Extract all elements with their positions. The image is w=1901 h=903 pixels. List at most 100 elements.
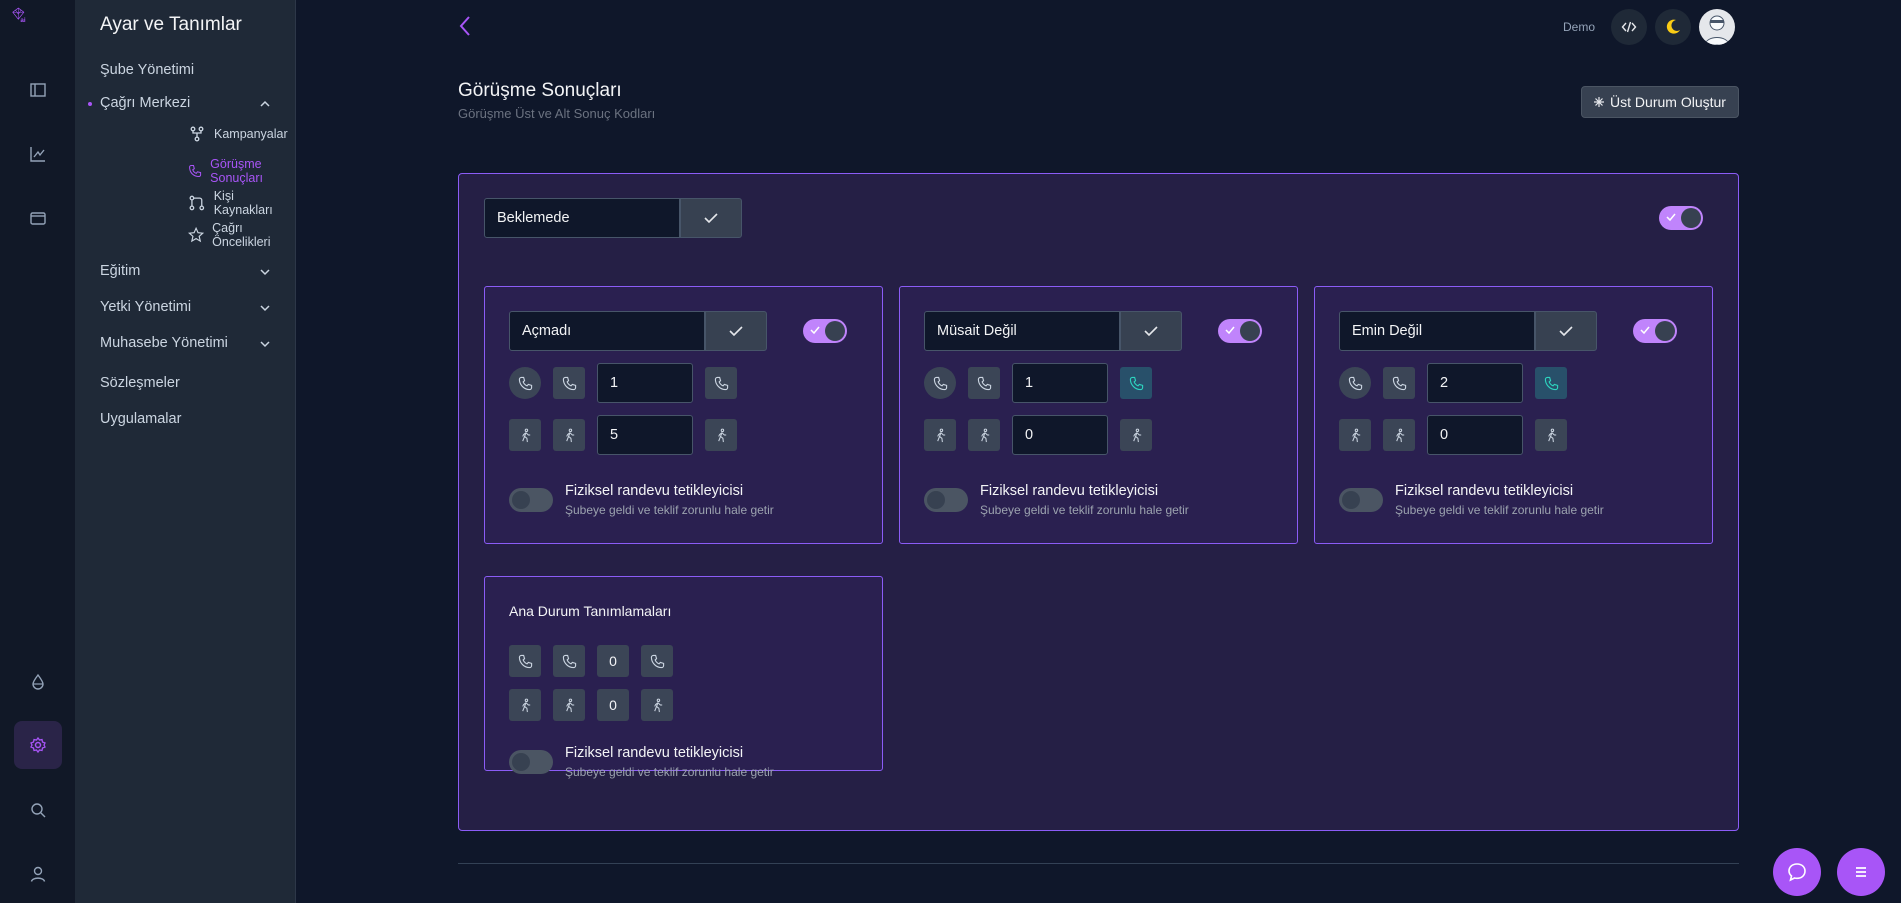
call-count-value: 0 bbox=[597, 645, 629, 677]
call-count-input[interactable]: 1 bbox=[597, 363, 693, 403]
sidebar-item-cagri-merkezi[interactable]: Çağrı Merkezi bbox=[88, 95, 272, 111]
walk-icon[interactable] bbox=[924, 419, 956, 451]
menu-icon bbox=[1856, 867, 1866, 877]
walk-icon[interactable] bbox=[641, 689, 673, 721]
parent-status-panel: Beklemede Açmadı 1 5 Fiziksel randevu te… bbox=[458, 173, 1739, 831]
physical-trigger-toggle[interactable] bbox=[924, 488, 968, 512]
physical-trigger-toggle[interactable] bbox=[509, 488, 553, 512]
chevron-down-icon bbox=[260, 269, 270, 276]
code-toggle-button[interactable] bbox=[1611, 9, 1647, 45]
sidebar-item-yetki-yonetimi[interactable]: Yetki Yönetimi bbox=[100, 299, 272, 315]
chevron-down-icon bbox=[260, 305, 270, 312]
subitem-kisi-kaynaklari[interactable]: Kişi Kaynakları bbox=[188, 189, 295, 217]
subitem-kampanyalar[interactable]: Kampanyalar bbox=[188, 125, 288, 143]
physical-trigger-toggle[interactable] bbox=[509, 750, 553, 774]
app-logo[interactable]: ai bbox=[10, 6, 62, 50]
substatus-save-button[interactable] bbox=[1535, 311, 1597, 351]
parent-active-toggle[interactable] bbox=[1659, 206, 1703, 230]
phone-icon[interactable] bbox=[1339, 367, 1371, 399]
walk-icon[interactable] bbox=[968, 419, 1000, 451]
chart-icon[interactable] bbox=[14, 130, 62, 178]
trigger-title: Fiziksel randevu tetikleyicisi bbox=[1395, 483, 1574, 499]
phone-icon[interactable] bbox=[553, 367, 585, 399]
call-count-input[interactable]: 1 bbox=[1012, 363, 1108, 403]
sidebar-item-uygulamalar[interactable]: Uygulamalar bbox=[100, 411, 272, 427]
substatus-active-toggle[interactable] bbox=[1633, 319, 1677, 343]
trigger-subtitle: Şubeye geldi ve teklif zorunlu hale geti… bbox=[565, 765, 774, 779]
chevron-down-icon bbox=[260, 341, 270, 348]
phone-icon bbox=[189, 164, 202, 178]
parent-save-button[interactable] bbox=[680, 198, 742, 238]
phone-icon[interactable] bbox=[553, 645, 585, 677]
walk-icon[interactable] bbox=[509, 419, 541, 451]
sidebar-item-muhasebe-yonetimi[interactable]: Muhasebe Yönetimi bbox=[100, 335, 272, 351]
icon-rail: ai bbox=[0, 0, 76, 903]
subitem-gorusme-sonuclari[interactable]: Görüşme Sonuçları bbox=[188, 157, 295, 185]
phone-icon[interactable] bbox=[509, 645, 541, 677]
phone-icon[interactable] bbox=[1120, 367, 1152, 399]
search-icon[interactable] bbox=[14, 786, 62, 834]
phone-icon[interactable] bbox=[1383, 367, 1415, 399]
back-button[interactable] bbox=[456, 14, 474, 43]
trigger-subtitle: Şubeye geldi ve teklif zorunlu hale geti… bbox=[565, 503, 774, 517]
phone-icon[interactable] bbox=[924, 367, 956, 399]
walk-icon[interactable] bbox=[1120, 419, 1152, 451]
sidebar-toggle-icon[interactable] bbox=[14, 66, 62, 114]
physical-trigger-toggle[interactable] bbox=[1339, 488, 1383, 512]
moon-icon bbox=[1666, 19, 1680, 34]
walk-icon[interactable] bbox=[509, 689, 541, 721]
page-title: Görüşme Sonuçları bbox=[458, 80, 622, 101]
visit-count-input[interactable]: 0 bbox=[1012, 415, 1108, 455]
visit-count-input[interactable]: 0 bbox=[1427, 415, 1523, 455]
phone-icon[interactable] bbox=[705, 367, 737, 399]
subitem-cagri-oncelikleri[interactable]: Çağrı Öncelikleri bbox=[188, 221, 295, 249]
substatus-name-input[interactable]: Müsait Değil bbox=[924, 311, 1120, 351]
wallet-icon[interactable] bbox=[14, 194, 62, 242]
substatus-active-toggle[interactable] bbox=[1218, 319, 1262, 343]
chat-bubble-icon bbox=[1788, 863, 1806, 882]
walk-icon[interactable] bbox=[553, 689, 585, 721]
call-count-input[interactable]: 2 bbox=[1427, 363, 1523, 403]
sidebar-item-egitim[interactable]: Eğitim bbox=[100, 263, 272, 279]
fork-icon bbox=[190, 126, 204, 142]
main-status-card: Ana Durum Tanımlamaları 0 0 Fiziksel ran… bbox=[484, 576, 883, 779]
theme-toggle-button[interactable] bbox=[1655, 9, 1691, 45]
substatus-save-button[interactable] bbox=[1120, 311, 1182, 351]
check-icon bbox=[1559, 326, 1573, 337]
substatus-name-input[interactable]: Açmadı bbox=[509, 311, 705, 351]
walk-icon[interactable] bbox=[1339, 419, 1371, 451]
trigger-title: Fiziksel randevu tetikleyicisi bbox=[980, 483, 1159, 499]
substatus-name-input[interactable]: Emin Değil bbox=[1339, 311, 1535, 351]
check-icon bbox=[704, 213, 718, 224]
substatus-active-toggle[interactable] bbox=[803, 319, 847, 343]
menu-button[interactable] bbox=[1837, 848, 1885, 896]
substatus-card: Müsait Değil 1 0 Fiziksel randevu tetikl… bbox=[899, 286, 1298, 544]
drop-icon[interactable] bbox=[14, 658, 62, 706]
visit-count-input[interactable]: 5 bbox=[597, 415, 693, 455]
svg-text:ai: ai bbox=[20, 17, 25, 24]
chat-button[interactable] bbox=[1773, 848, 1821, 896]
trigger-title: Fiziksel randevu tetikleyicisi bbox=[565, 483, 744, 499]
walk-icon[interactable] bbox=[553, 419, 585, 451]
phone-icon[interactable] bbox=[641, 645, 673, 677]
avatar[interactable] bbox=[1699, 9, 1735, 45]
phone-icon[interactable] bbox=[968, 367, 1000, 399]
walk-icon[interactable] bbox=[705, 419, 737, 451]
toggle-check-icon bbox=[1640, 326, 1650, 335]
sidebar-item-sube-yonetimi[interactable]: Şube Yönetimi bbox=[100, 62, 272, 78]
sidebar-item-sozlesmeler[interactable]: Sözleşmeler bbox=[100, 375, 272, 391]
star-icon bbox=[188, 226, 205, 243]
walk-icon[interactable] bbox=[1535, 419, 1567, 451]
header-actions: Demo bbox=[1563, 9, 1735, 45]
settings-gear-icon[interactable] bbox=[14, 721, 62, 769]
walk-icon[interactable] bbox=[1383, 419, 1415, 451]
parent-status-name-input[interactable]: Beklemede bbox=[484, 198, 680, 238]
phone-icon[interactable] bbox=[509, 367, 541, 399]
user-icon[interactable] bbox=[14, 850, 62, 898]
page-subtitle: Görüşme Üst ve Alt Sonuç Kodları bbox=[458, 106, 656, 121]
demo-label: Demo bbox=[1562, 20, 1595, 34]
phone-icon[interactable] bbox=[1535, 367, 1567, 399]
create-parent-status-button[interactable]: Üst Durum Oluştur bbox=[1581, 86, 1739, 118]
substatus-save-button[interactable] bbox=[705, 311, 767, 351]
active-dot-icon bbox=[88, 102, 92, 106]
